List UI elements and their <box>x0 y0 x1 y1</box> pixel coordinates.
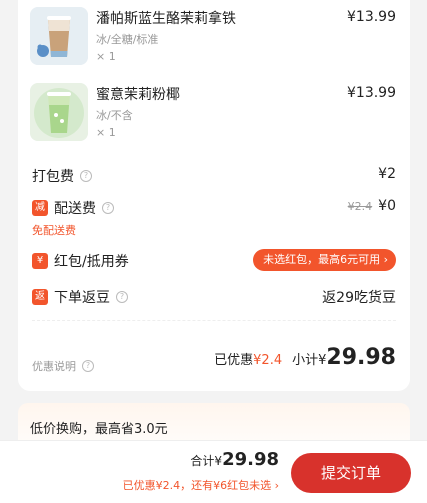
packing-fee-label: 打包费 <box>32 169 74 185</box>
coupon-row[interactable]: ¥ 红包/抵用券 未选红包，最高6元可用 › <box>32 249 396 273</box>
cashback-badge-icon: 返 <box>32 289 48 305</box>
discounted-value: ¥2.4 <box>253 353 283 368</box>
help-icon: ? <box>82 360 94 372</box>
cashback-value: 返29吃货豆 <box>322 290 396 306</box>
subtotal-currency: ¥ <box>318 353 327 368</box>
order-card: 潘帕斯蓝生酪茉莉拿铁 冰/全糖/标准 × 1 ¥13.99 蜜意茉莉粉椰 冰/不… <box>18 0 410 391</box>
checkout-bar: 合计 ¥ 29.98 已优惠¥2.4，还有¥6红包未选 › 提交订单 <box>0 440 427 503</box>
item-name: 蜜意茉莉粉椰 <box>96 87 180 103</box>
cashback-label: 下单返豆 <box>54 290 110 306</box>
total-currency: ¥ <box>214 454 223 468</box>
coupon-select-button[interactable]: 未选红包，最高6元可用 › <box>253 249 396 271</box>
total-label: 合计 <box>190 454 215 468</box>
subtotal-value: 29.98 <box>326 345 396 370</box>
subtotal-summary: 已优惠 ¥2.4 小计 ¥ 29.98 <box>214 345 396 370</box>
item-quantity: × 1 <box>96 126 116 139</box>
help-icon[interactable]: ? <box>102 202 114 214</box>
coupon-label: 红包/抵用券 <box>54 254 129 270</box>
item-price: ¥13.99 <box>347 9 396 25</box>
order-item[interactable]: 潘帕斯蓝生酪茉莉拿铁 冰/全糖/标准 × 1 ¥13.99 <box>18 0 410 70</box>
delivery-fee-original: ¥2.4 <box>347 200 373 213</box>
item-spec: 冰/不含 <box>96 109 133 122</box>
discount-info[interactable]: 优惠说明 ? <box>32 358 94 374</box>
green-iced-drink-cup-icon <box>30 83 88 141</box>
help-icon[interactable]: ? <box>80 170 92 182</box>
free-delivery-note: 免配送费 <box>32 224 76 237</box>
delivery-fee-label: 配送费 <box>54 201 96 217</box>
cashback-row: 返 下单返豆 ? 返29吃货豆 <box>32 285 396 309</box>
iced-latte-cup-icon <box>30 7 88 65</box>
divider <box>32 320 396 321</box>
discount-info-label: 优惠说明 <box>32 360 76 373</box>
discount-badge-icon: 减 <box>32 200 48 216</box>
item-quantity: × 1 <box>96 50 116 63</box>
total-value: 29.98 <box>222 449 279 470</box>
packing-fee-row: 打包费 ? ¥2 <box>32 164 396 188</box>
item-price: ¥13.99 <box>347 85 396 101</box>
coupon-badge-icon: ¥ <box>32 253 48 269</box>
help-icon[interactable]: ? <box>116 291 128 303</box>
item-name: 潘帕斯蓝生酪茉莉拿铁 <box>96 11 236 27</box>
discount-summary-link[interactable]: 已优惠¥2.4，还有¥6红包未选 › <box>123 477 279 493</box>
order-total: 合计 ¥ 29.98 <box>190 449 279 470</box>
promo-text: 低价换购，最高省3.0元 <box>30 422 168 437</box>
submit-order-button[interactable]: 提交订单 <box>291 453 411 493</box>
discounted-label: 已优惠 <box>214 353 254 368</box>
delivery-fee-value: ¥0 <box>378 198 396 214</box>
subtotal-label: 小计 <box>292 353 319 368</box>
item-spec: 冰/全糖/标准 <box>96 33 159 46</box>
delivery-fee-row: 减 配送费 ? ¥2.4 ¥0 <box>32 196 396 220</box>
order-item[interactable]: 蜜意茉莉粉椰 冰/不含 × 1 ¥13.99 <box>18 76 410 146</box>
packing-fee-value: ¥2 <box>378 166 396 182</box>
